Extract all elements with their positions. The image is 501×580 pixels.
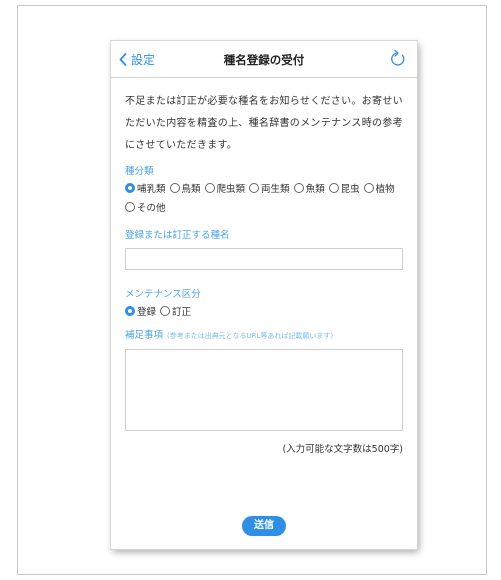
radio-button[interactable] xyxy=(363,183,374,193)
radio-option-amphibian[interactable]: 両生類 xyxy=(249,181,290,195)
radio-label: 訂正 xyxy=(172,307,192,318)
radio-option-correct[interactable]: 訂正 xyxy=(160,304,191,318)
radio-label: 爬虫類 xyxy=(216,184,246,195)
radio-option-bird[interactable]: 鳥類 xyxy=(169,181,201,195)
radio-button[interactable] xyxy=(125,183,135,193)
radio-label: 鳥類 xyxy=(181,184,201,195)
radio-option-plant[interactable]: 植物 xyxy=(363,181,395,195)
radio-button[interactable] xyxy=(125,306,135,316)
intro-text: 不足または訂正が必要な種名をお知らせください。お寄せいただいた内容を精査の上、種… xyxy=(125,96,403,151)
radio-label: 登録 xyxy=(137,307,157,318)
radio-button[interactable] xyxy=(249,183,260,193)
radio-option-reptile[interactable]: 爬虫類 xyxy=(204,181,246,195)
radio-label: 昆虫 xyxy=(340,184,360,195)
char-limit-note: (入力可能な文字数は500字) xyxy=(282,444,403,455)
category-label: 種分類 xyxy=(125,166,154,177)
radio-button[interactable] xyxy=(125,202,135,212)
radio-button[interactable] xyxy=(160,306,171,316)
refresh-icon xyxy=(391,49,405,66)
radio-label: 魚類 xyxy=(305,184,325,195)
radio-option-insect[interactable]: 昆虫 xyxy=(328,181,360,195)
radio-label: 植物 xyxy=(375,184,395,195)
radio-option-other[interactable]: その他 xyxy=(125,200,166,214)
notes-label-row: 補足事項 (参考または出典元となるURL等あれば記載願います) xyxy=(125,327,403,341)
refresh-button[interactable] xyxy=(389,48,407,72)
species-name-label: 登録または訂正する種名 xyxy=(125,230,230,241)
radio-label: 両生類 xyxy=(261,184,290,195)
radio-option-fish[interactable]: 魚類 xyxy=(293,181,325,195)
radio-option-mammal[interactable]: 哺乳類 xyxy=(125,181,166,195)
submit-button[interactable]: 送信 xyxy=(242,516,286,536)
radio-button[interactable] xyxy=(328,183,339,193)
radio-button[interactable] xyxy=(169,183,180,193)
notes-label: 補足事項 xyxy=(125,330,164,341)
notes-textarea[interactable] xyxy=(125,349,403,431)
maintenance-radio-group: 登録 訂正 xyxy=(125,304,403,323)
nav-bar: 設定 種名登録の受付 xyxy=(111,41,417,78)
notes-hint: (参考または出典元となるURL等あれば記載願います) xyxy=(167,332,334,340)
radio-label: その他 xyxy=(137,203,166,214)
radio-option-register[interactable]: 登録 xyxy=(125,304,156,318)
form-content: 不足または訂正が必要な種名をお知らせください。お寄せいただいた内容を精査の上、種… xyxy=(125,87,403,455)
radio-button[interactable] xyxy=(204,183,215,193)
maintenance-label: メンテナンス区分 xyxy=(125,289,201,300)
phone-screen: 設定 種名登録の受付 不足または訂正が必要な種名をお知らせください。お寄せいただ… xyxy=(111,41,417,549)
page-title: 種名登録の受付 xyxy=(223,53,305,67)
radio-button[interactable] xyxy=(293,183,304,193)
category-radio-group: 哺乳類 鳥類 爬虫類 両生類 魚類 昆虫 植物 その他 xyxy=(125,181,403,219)
radio-label: 哺乳類 xyxy=(137,184,166,195)
species-name-input[interactable] xyxy=(125,248,403,270)
